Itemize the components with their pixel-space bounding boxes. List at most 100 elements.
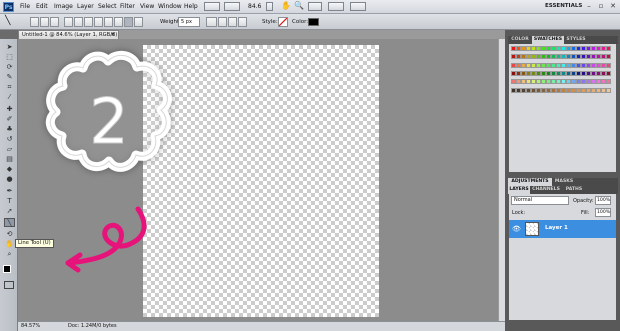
- shape-layers-button[interactable]: [30, 17, 39, 27]
- document-tab[interactable]: Untitled-1 @ 84.6% (Layer 1, RGB/8) ✕: [18, 30, 119, 39]
- rounded-rectangle-icon[interactable]: [94, 17, 103, 27]
- eraser-tool-icon[interactable]: ▱: [4, 145, 15, 154]
- line-tool-preset-icon[interactable]: ╲: [5, 16, 10, 26]
- polygon-shape-icon[interactable]: [114, 17, 123, 27]
- custom-shape-icon[interactable]: [134, 17, 143, 27]
- menu-view[interactable]: View: [140, 3, 154, 10]
- screen-mode-button[interactable]: [350, 2, 366, 11]
- path-selection-icon[interactable]: ➚: [4, 207, 15, 216]
- arrange-documents-button[interactable]: [328, 2, 344, 11]
- tab-styles[interactable]: STYLES: [564, 36, 588, 44]
- tab-color[interactable]: COLOR: [508, 36, 532, 44]
- swatch[interactable]: [606, 79, 611, 85]
- pink-arrow: [65, 206, 147, 273]
- pen-tool-icon[interactable]: ✒: [4, 187, 15, 196]
- swatch[interactable]: [606, 46, 611, 51]
- freeform-pen-icon[interactable]: [74, 17, 83, 27]
- menu-file[interactable]: File: [20, 3, 30, 10]
- dodge-tool-icon[interactable]: ●: [4, 175, 15, 184]
- zoom-dropdown[interactable]: [266, 2, 273, 11]
- crop-tool-icon[interactable]: ⌗: [4, 83, 15, 92]
- type-tool-icon[interactable]: T: [4, 197, 15, 206]
- layer-name[interactable]: Layer 1: [545, 225, 568, 231]
- layer-thumbnail: [525, 222, 539, 236]
- swatch[interactable]: [606, 62, 611, 68]
- layers-panel-tabs: LAYERS CHANNELS PATHS: [508, 186, 618, 194]
- minimize-icon[interactable]: –: [583, 1, 595, 12]
- line-tool-icon[interactable]: ╲: [4, 218, 15, 227]
- tab-swatches[interactable]: SWATCHES: [532, 36, 564, 44]
- workspace-switcher[interactable]: ESSENTIALS: [545, 3, 582, 9]
- swatch-grid[interactable]: [511, 46, 611, 96]
- photoshop-logo: Ps: [3, 2, 14, 12]
- fill-pixels-button[interactable]: [50, 17, 59, 27]
- tab-adjustments[interactable]: ADJUSTMENTS: [508, 178, 552, 186]
- status-bar: 84.57% Doc: 1.24M/0 bytes: [18, 321, 505, 331]
- lasso-tool-icon[interactable]: ⟳: [4, 63, 15, 72]
- blur-tool-icon[interactable]: ◆: [4, 165, 15, 174]
- pen-icon[interactable]: [64, 17, 73, 27]
- blend-mode-select[interactable]: Normal: [511, 196, 569, 205]
- menu-help[interactable]: Help: [184, 3, 198, 10]
- swatch[interactable]: [606, 54, 611, 60]
- status-zoom[interactable]: 84.57%: [21, 322, 40, 331]
- style-label: Style:: [262, 19, 278, 25]
- rotate-view-button[interactable]: [308, 2, 322, 11]
- menu-edit[interactable]: Edit: [36, 3, 48, 10]
- artwork-overlay: 2: [45, 50, 172, 273]
- tab-channels[interactable]: CHANNELS: [530, 186, 562, 194]
- eyedropper-tool-icon[interactable]: ⁄: [4, 93, 15, 102]
- menu-filter[interactable]: Filter: [120, 3, 135, 10]
- gradient-tool-icon[interactable]: ▤: [4, 155, 15, 164]
- minibridge-button[interactable]: [224, 2, 240, 11]
- intersect-mode-button[interactable]: [238, 17, 247, 27]
- history-brush-icon[interactable]: ↺: [4, 135, 15, 144]
- layers-panel: Normal Opacity: 100% Lock: Fill: 100% 👁 …: [509, 194, 616, 320]
- ellipse-shape-icon[interactable]: [104, 17, 113, 27]
- restore-icon[interactable]: ▫: [595, 1, 607, 12]
- close-tab-icon[interactable]: ✕: [111, 31, 115, 39]
- menu-window[interactable]: Window: [158, 3, 182, 10]
- menu-layer[interactable]: Layer: [77, 3, 94, 10]
- vertical-scrollbar[interactable]: [498, 39, 505, 321]
- paths-button[interactable]: [40, 17, 49, 27]
- foreground-color[interactable]: [3, 265, 11, 273]
- layer-visibility-icon[interactable]: 👁: [512, 225, 521, 233]
- bridge-button[interactable]: [204, 2, 220, 11]
- zoom-level-display[interactable]: 84.6: [248, 3, 261, 10]
- hand-icon[interactable]: ✋: [281, 1, 291, 10]
- tab-paths[interactable]: PATHS: [562, 186, 586, 194]
- 3d-rotate-tool-icon[interactable]: ⟲: [4, 230, 15, 239]
- line-shape-icon[interactable]: [124, 17, 133, 27]
- color-swatch[interactable]: [308, 18, 319, 26]
- tab-layers[interactable]: LAYERS: [508, 186, 530, 194]
- menu-select[interactable]: Select: [98, 3, 117, 10]
- hand-tool-icon[interactable]: ✋: [4, 240, 15, 249]
- zoom-tool-icon[interactable]: ⌕: [4, 250, 15, 259]
- healing-brush-icon[interactable]: ✚: [4, 105, 15, 114]
- swatch[interactable]: [606, 70, 611, 76]
- layer-row[interactable]: 👁 Layer 1: [509, 220, 616, 238]
- close-icon[interactable]: ✕: [607, 1, 619, 12]
- quick-mask-icon[interactable]: [4, 281, 14, 289]
- clone-stamp-icon[interactable]: ♣: [4, 125, 15, 134]
- swatch[interactable]: [606, 87, 611, 93]
- menu-bar: Ps File Edit Image Layer Select Filter V…: [0, 0, 620, 14]
- tab-masks[interactable]: MASKS: [552, 178, 576, 186]
- new-layer-mode-button[interactable]: [206, 17, 217, 27]
- marquee-tool-icon[interactable]: ⬚: [4, 53, 15, 62]
- tools-panel: ➤ ⬚ ⟳ ✎ ⌗ ⁄ ✚ ✐ ♣ ↺ ▱ ▤ ◆ ● ✒ T ➚ ╲ ⟲ ✋ …: [0, 39, 18, 331]
- subtract-mode-button[interactable]: [228, 17, 237, 27]
- add-mode-button[interactable]: [218, 17, 227, 27]
- weight-input[interactable]: 5 px: [178, 17, 200, 27]
- style-picker[interactable]: [278, 17, 288, 27]
- brush-tool-icon[interactable]: ✐: [4, 115, 15, 124]
- opacity-input[interactable]: 100%: [595, 196, 611, 205]
- quick-select-tool-icon[interactable]: ✎: [4, 73, 15, 82]
- rectangle-shape-icon[interactable]: [84, 17, 93, 27]
- zoom-icon[interactable]: 🔍: [294, 1, 304, 10]
- lock-label: Lock:: [512, 210, 526, 216]
- move-tool-icon[interactable]: ➤: [4, 43, 15, 52]
- fill-input[interactable]: 100%: [595, 208, 611, 217]
- menu-image[interactable]: Image: [54, 3, 73, 10]
